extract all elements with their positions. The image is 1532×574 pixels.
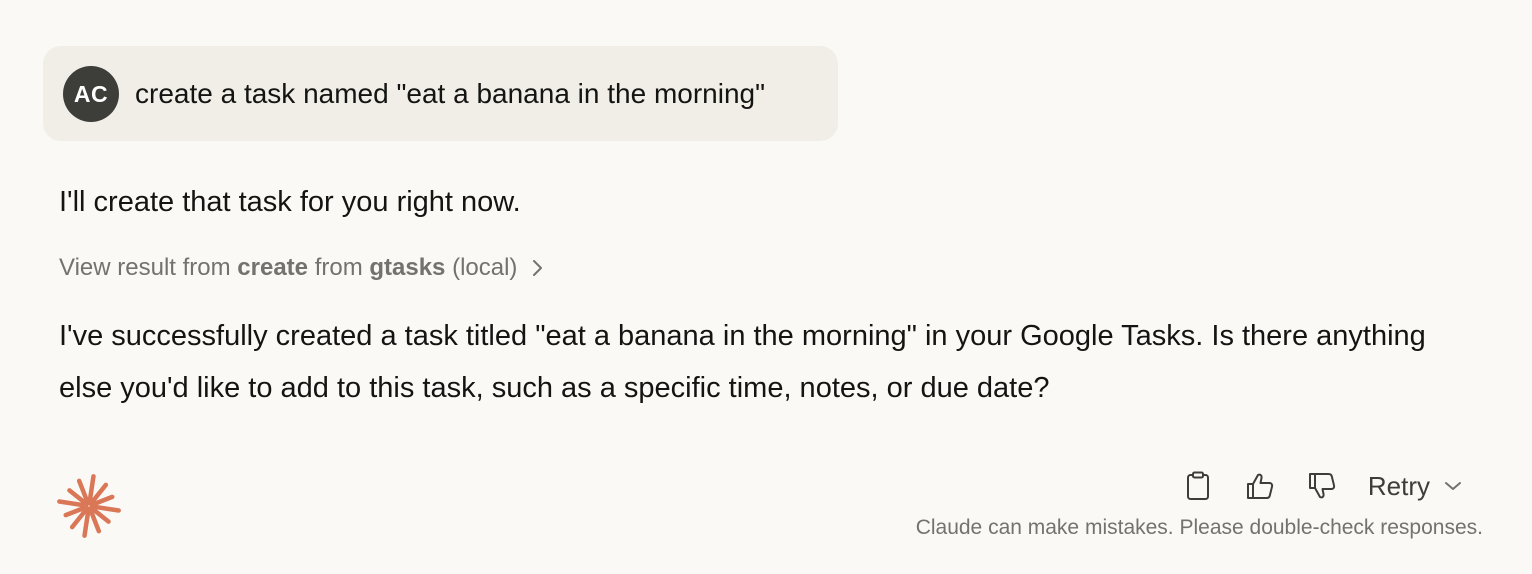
retry-label: Retry <box>1367 470 1430 501</box>
copy-button[interactable] <box>1178 466 1218 506</box>
avatar-initials: AC <box>73 80 109 107</box>
retry-button[interactable]: Retry <box>1368 471 1462 502</box>
tool-result-prefix: View result from <box>59 254 231 281</box>
user-message-text: create a task named "eat a banana in the… <box>135 78 766 109</box>
tool-result-middle: from <box>314 254 363 281</box>
thumbs-down-icon <box>1308 473 1335 499</box>
tool-result-suffix: (local) <box>452 254 518 281</box>
thumbs-up-button[interactable] <box>1240 466 1280 506</box>
disclaimer-text: Claude can make mistakes. Please double-… <box>915 516 1483 539</box>
message-actions: Retry <box>1156 464 1462 508</box>
chevron-down-icon <box>1445 482 1461 490</box>
claude-spark-icon <box>57 474 121 538</box>
user-avatar: AC <box>63 66 119 122</box>
view-tool-result-link[interactable]: View result from create from gtasks (loc… <box>59 252 545 284</box>
tool-server-name: gtasks <box>369 254 446 281</box>
thumbs-up-icon <box>1246 473 1273 499</box>
tool-name: create <box>237 254 309 281</box>
assistant-intro-text: I'll create that task for you right now. <box>59 186 521 218</box>
thumbs-down-button[interactable] <box>1302 466 1342 506</box>
assistant-response-text: I've successfully created a task titled … <box>59 320 1426 404</box>
clipboard-icon <box>1186 471 1209 500</box>
chevron-right-icon <box>533 260 543 276</box>
user-message-bubble: AC create a task named "eat a banana in … <box>43 46 838 141</box>
